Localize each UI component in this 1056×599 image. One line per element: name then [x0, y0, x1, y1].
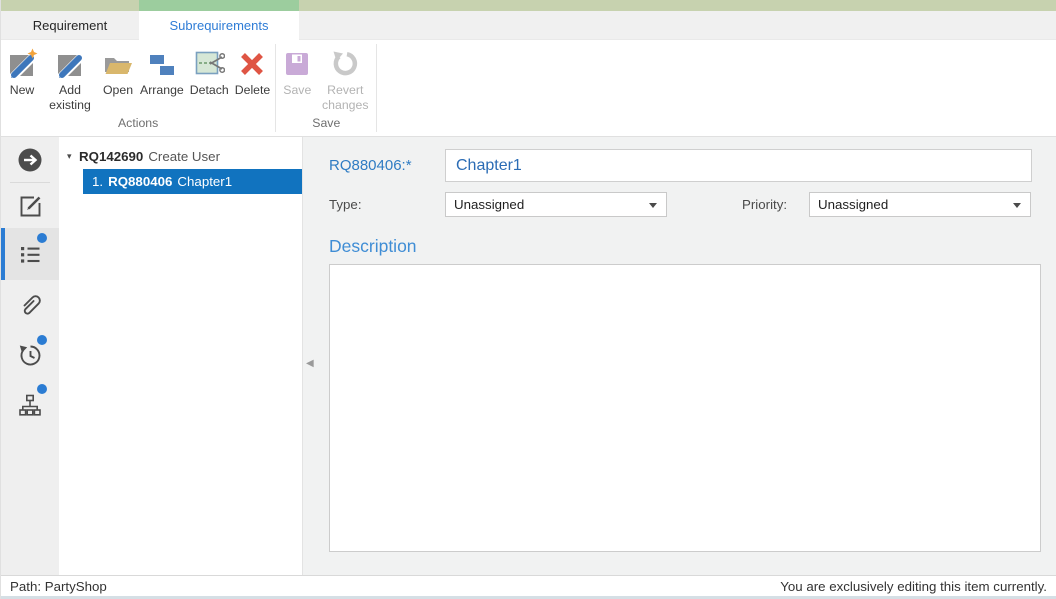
open-button[interactable]: Open [99, 46, 137, 100]
requirement-id-label: RQ880406:* [329, 157, 412, 174]
notification-badge [37, 233, 47, 243]
arrange-button[interactable]: Arrange [137, 46, 187, 100]
sidebar-item-history[interactable] [1, 330, 59, 379]
toolbar-group-actions: New Add existing Open Arrange Detach Del… [3, 40, 273, 136]
tree-row-parent[interactable]: ▾ RQ142690 Create User [59, 144, 302, 168]
add-existing-button[interactable]: Add existing [41, 46, 99, 115]
list-icon [21, 247, 40, 263]
save-button-label: Save [283, 83, 312, 97]
top-accent-bar [1, 0, 1056, 11]
status-path: Path: PartyShop [10, 578, 107, 594]
new-button[interactable]: New [3, 46, 41, 100]
left-icon-sidebar [1, 137, 59, 575]
toolbar-group-separator [275, 44, 277, 132]
delete-button[interactable]: Delete [232, 46, 274, 100]
delete-button-label: Delete [234, 83, 271, 97]
chevron-down-icon [1013, 203, 1021, 208]
open-folder-icon [105, 58, 132, 74]
add-existing-button-label: Add existing [49, 83, 91, 112]
group-label-save: Save [312, 116, 341, 130]
type-dropdown-value: Unassigned [454, 197, 525, 212]
go-arrow-icon [18, 148, 42, 171]
main-content: ▾ RQ142690 Create User 1. RQ880406 Chapt… [1, 137, 1056, 575]
tree-item-title: Create User [148, 148, 221, 164]
sidebar-item-attachments[interactable] [1, 280, 59, 330]
new-button-label: New [9, 83, 35, 97]
group-label-actions: Actions [117, 116, 159, 130]
subrequirements-tree: ▾ RQ142690 Create User 1. RQ880406 Chapt… [59, 137, 303, 575]
detach-icon [195, 51, 226, 75]
new-requirement-icon [10, 48, 38, 78]
sidebar-item-edit[interactable] [1, 183, 59, 228]
title-input[interactable] [445, 149, 1032, 182]
requirement-detail-form: ◀ RQ880406:* Type: Unassigned Priority: … [303, 137, 1056, 575]
toolbar-group-save: Save Revert changes Save [278, 40, 374, 136]
status-bar: Path: PartyShop You are exclusively edit… [1, 575, 1056, 599]
tab-requirement[interactable]: Requirement [1, 11, 139, 39]
ribbon-tabs: Requirement Subrequirements [1, 11, 1056, 40]
priority-label: Priority: [742, 197, 788, 212]
collapse-panel-icon[interactable]: ◀ [306, 358, 314, 369]
tree-item-title: Chapter1 [177, 174, 233, 189]
active-tab-accent [139, 0, 299, 11]
revert-changes-button-label: Revert changes [322, 83, 369, 112]
save-button[interactable]: Save [278, 46, 316, 100]
chevron-down-icon [649, 203, 657, 208]
add-existing-icon [58, 55, 82, 78]
priority-dropdown[interactable]: Unassigned [809, 192, 1031, 217]
ribbon-toolbar: New Add existing Open Arrange Detach Del… [1, 40, 1056, 137]
revert-changes-icon [333, 51, 358, 76]
hierarchy-icon [19, 394, 41, 416]
tree-row-child-selected[interactable]: 1. RQ880406 Chapter1 [83, 169, 302, 194]
tree-item-id: RQ142690 [79, 148, 144, 164]
type-dropdown[interactable]: Unassigned [445, 192, 667, 217]
save-icon [286, 53, 309, 75]
description-heading: Description [329, 236, 417, 256]
notification-badge [37, 335, 47, 345]
delete-icon [241, 53, 264, 75]
tab-subrequirements[interactable]: Subrequirements [139, 11, 299, 40]
arrange-button-label: Arrange [140, 83, 184, 97]
open-button-label: Open [102, 83, 134, 97]
priority-dropdown-value: Unassigned [818, 197, 889, 212]
edit-icon [20, 196, 41, 216]
arrange-icon [149, 55, 174, 75]
detach-button[interactable]: Detach [187, 46, 232, 100]
sidebar-item-navigate[interactable] [1, 137, 59, 182]
revert-changes-button[interactable]: Revert changes [316, 46, 374, 115]
sidebar-item-subrequirements[interactable] [1, 228, 59, 280]
tree-item-index: 1. [92, 174, 104, 189]
requirements-editor-window: Requirement Subrequirements New Add exis… [0, 0, 1056, 599]
tree-item-id: RQ880406 [108, 174, 173, 189]
tree-expander-icon[interactable]: ▾ [67, 151, 79, 162]
notification-badge [37, 384, 47, 394]
status-editing-notice: You are exclusively editing this item cu… [780, 578, 1047, 594]
toolbar-group-separator [376, 44, 378, 132]
detach-button-label: Detach [189, 83, 229, 97]
sidebar-item-hierarchy[interactable] [1, 379, 59, 431]
description-textarea[interactable] [329, 264, 1041, 552]
type-label: Type: [329, 197, 362, 212]
attachment-icon [23, 295, 41, 315]
